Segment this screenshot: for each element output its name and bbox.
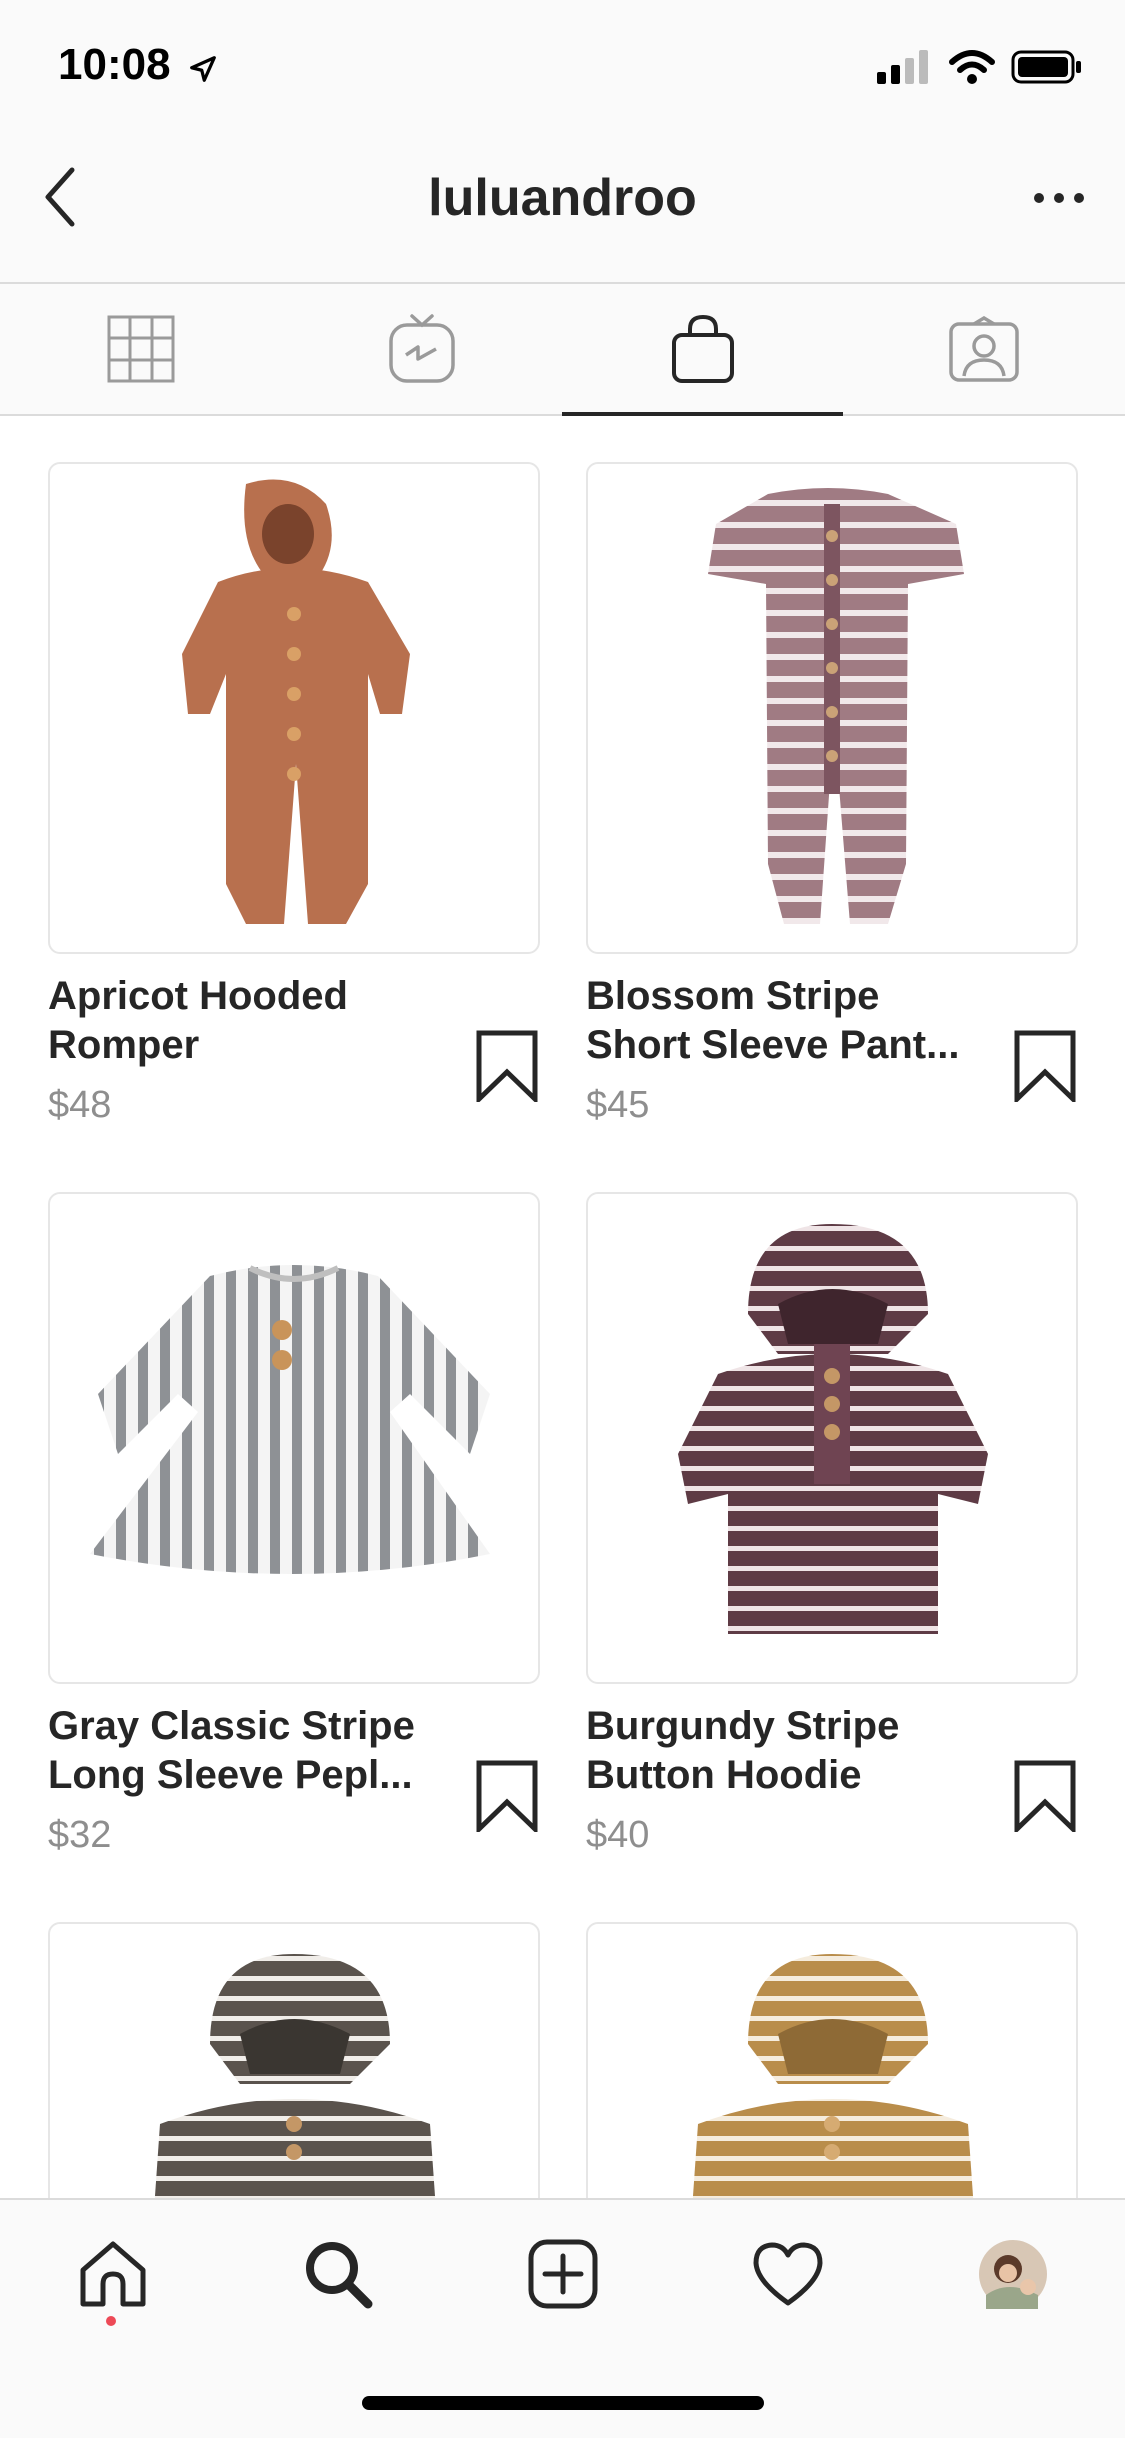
profile-header: luluandroo (0, 130, 1125, 284)
product-title: Gray Classic Stripe Long Sleeve Pepl... (48, 1704, 415, 1797)
bookmark-icon[interactable] (1014, 1760, 1076, 1832)
more-dots-icon (1034, 193, 1084, 203)
tab-shop[interactable] (562, 284, 843, 416)
add-post-icon (528, 2239, 597, 2309)
home-icon (80, 2241, 145, 2307)
tab-igtv[interactable] (281, 284, 562, 414)
product-price: $32 (48, 1814, 112, 1856)
page-title: luluandroo (428, 169, 697, 227)
nav-profile[interactable] (900, 2224, 1125, 2324)
nav-home[interactable] (0, 2224, 225, 2326)
product-card[interactable] (48, 1922, 540, 2198)
product-image[interactable] (586, 1922, 1078, 2198)
product-price: $45 (586, 1084, 650, 1126)
product-title: Burgundy Stripe Button Hoodie (586, 1704, 900, 1797)
nav-new-post[interactable] (450, 2224, 675, 2324)
hoodie-image (154, 1954, 436, 2198)
battery-icon (1011, 50, 1083, 89)
notification-dot (106, 2316, 116, 2326)
short-sleeve-romper-image (708, 488, 964, 924)
hoodie-image (692, 1954, 974, 2198)
product-image[interactable] (48, 462, 540, 954)
wifi-icon (949, 50, 995, 89)
product-image[interactable] (586, 1192, 1078, 1684)
tab-tagged[interactable] (843, 284, 1124, 414)
tab-grid[interactable] (0, 284, 281, 414)
product-card[interactable]: Burgundy Stripe Button Hoodie $40 (586, 1192, 1078, 1856)
peplum-dress-image (90, 1265, 490, 1574)
status-bar: 10:08 (0, 0, 1125, 130)
product-card[interactable] (586, 1922, 1078, 2198)
product-image[interactable] (48, 1192, 540, 1684)
product-image[interactable] (586, 462, 1078, 954)
shopping-bag-icon (671, 314, 734, 383)
romper-image (182, 479, 410, 924)
product-price: $40 (586, 1814, 650, 1856)
status-time: 10:08 (58, 40, 171, 89)
more-options-button[interactable] (1029, 188, 1089, 208)
bookmark-icon[interactable] (476, 1760, 538, 1832)
profile-tabs (0, 284, 1125, 416)
product-title: Blossom Stripe Short Sleeve Pant... (586, 974, 960, 1067)
location-arrow-icon (188, 54, 218, 89)
product-price: $48 (48, 1084, 112, 1126)
hoodie-image (678, 1224, 988, 1634)
search-icon (305, 2242, 372, 2309)
grid-icon (107, 315, 174, 383)
heart-icon (753, 2242, 822, 2306)
product-title: Apricot Hooded Romper (48, 974, 348, 1067)
home-indicator[interactable] (362, 2396, 764, 2410)
nav-activity[interactable] (675, 2224, 900, 2324)
bookmark-icon[interactable] (1014, 1030, 1076, 1102)
avatar (978, 2240, 1047, 2309)
product-image[interactable] (48, 1922, 540, 2198)
cellular-signal-icon (877, 50, 933, 89)
igtv-icon (388, 314, 455, 383)
nav-search[interactable] (225, 2224, 450, 2324)
product-card[interactable]: Blossom Stripe Short Sleeve Pant... $45 (586, 462, 1078, 1126)
product-card[interactable]: Apricot Hooded Romper $48 (48, 462, 540, 1126)
product-card[interactable]: Gray Classic Stripe Long Sleeve Pepl... … (48, 1192, 540, 1856)
tagged-person-icon (948, 316, 1019, 382)
bookmark-icon[interactable] (476, 1030, 538, 1102)
product-grid: Apricot Hooded Romper $48 Blossom Stripe… (0, 416, 1125, 2198)
